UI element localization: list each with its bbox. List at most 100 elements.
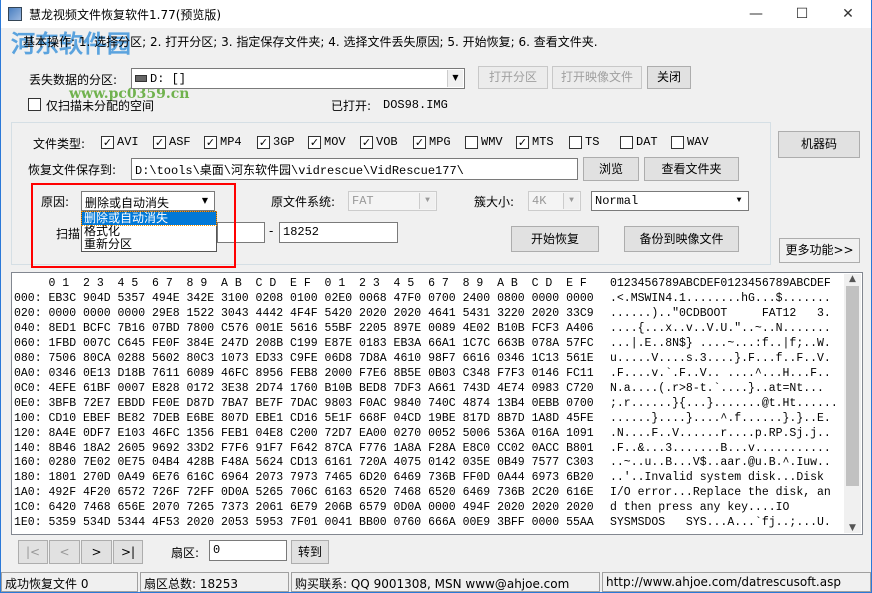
ascii-row: ...|.E..8N$} ....~...:f..|f;..W. [610,336,831,350]
ascii-row: N.a....(.r>8-t.`....}..at=Nt... [610,381,831,395]
ascii-row: I/O error...Replace the disk, an [610,486,831,500]
drive-icon [135,75,147,82]
last-sector-button[interactable]: >| [113,540,143,564]
ascii-row: .N....F..V......r....p.RP.Sj.j.. [610,426,831,440]
ascii-row: ..'..Invalid system disk...Disk [610,471,831,485]
sector-input[interactable]: 0 [209,540,287,561]
filetype-checkbox-asf[interactable]: ✓ [153,136,166,149]
backup-image-button[interactable]: 备份到映像文件 [624,226,739,252]
partition-select[interactable]: D: [] ▼ [131,68,465,89]
hex-row: 0C0: 4EFE 61BF 0007 E828 0172 3E38 2D74 … [14,381,594,395]
scan-unallocated-checkbox[interactable] [28,98,41,111]
ascii-row: ;.r......}{...}.......@t.Ht...... [610,396,838,410]
filetype-checkbox-vob[interactable]: ✓ [360,136,373,149]
more-functions-button[interactable]: 更多功能>> [779,238,860,263]
close-window-button[interactable]: ✕ [825,0,871,28]
ascii-row: SYSMSDOS SYS...A...`fj..;...U. [610,516,831,530]
filetype-checkbox-ts[interactable] [569,136,582,149]
ascii-row: ......).."0CDBOOT FAT12 3. [610,306,831,320]
app-icon [8,7,22,21]
chevron-down-icon: ▼ [731,193,747,209]
filetype-label: ASF [169,135,191,149]
view-folder-button[interactable]: 查看文件夹 [644,157,739,181]
hex-row: 180: 1801 270D 0A49 6E76 616C 6964 2073 … [14,471,594,485]
ascii-row: .F....v.`.F..V.. ....^...H...F.. [610,366,831,380]
hex-row: 1C0: 6420 7468 656E 2070 7265 7373 2061 … [14,501,594,515]
filetype-checkbox-avi[interactable]: ✓ [101,136,114,149]
scroll-thumb[interactable] [846,286,859,486]
filetype-checkbox-dat[interactable] [620,136,633,149]
hex-row: 000: EB3C 904D 5357 494E 342E 3100 0208 … [14,292,594,305]
filetype-label: MOV [324,135,346,149]
cluster-label: 簇大小: [474,195,515,209]
opened-label: 已打开: [331,99,372,113]
ascii-row: d then press any key....IO [610,501,831,515]
hex-row: 100: CD10 EBEF BE82 7DEB E6BE 807D EBE1 … [14,411,594,425]
opened-file: DOS98.IMG [383,98,448,112]
sector-label: 扇区: [171,546,200,560]
close-button[interactable]: 关闭 [647,66,691,89]
hex-row: 1E0: 5359 534D 5344 4F53 2020 2053 5953 … [14,516,594,530]
browse-button[interactable]: 浏览 [583,157,639,181]
filetype-label: AVI [117,135,139,149]
filetype-label: 3GP [273,135,295,149]
filetype-checkbox-mov[interactable]: ✓ [308,136,321,149]
maximize-button[interactable]: ☐ [779,0,825,28]
hex-row: 0E0: 3BFB 72E7 EBDD FE0E D87D 7BA7 BE7F … [14,396,594,410]
filetype-checkbox-mp4[interactable]: ✓ [204,136,217,149]
goto-button[interactable]: 转到 [291,540,329,564]
partition-label: 丢失数据的分区: [29,73,118,87]
hex-row: 120: 8A4E 0DF7 E103 46FC 1356 FEB1 04E8 … [14,426,594,440]
chevron-down-icon: ▼ [563,193,579,209]
status-recovered: 成功恢复文件 0 [1,572,138,592]
scan-unallocated-label: 仅扫描未分配的空间 [46,99,155,113]
prev-sector-button[interactable]: < [49,540,80,564]
status-contact: 购买联系: QQ 9001308, MSN www@ahjoe.com [291,572,600,592]
fs-label: 原文件系统: [271,195,336,209]
ascii-row: .F..&...3.......B...v........... [610,441,831,455]
hex-row: 1A0: 492F 4F20 6572 726F 72FF 0D0A 5265 … [14,486,594,500]
status-url: http://www.ahjoe.com/datrescusoft.asp [602,572,871,592]
next-sector-button[interactable]: > [81,540,112,564]
open-image-button[interactable]: 打开映像文件 [552,66,642,89]
scan-range-dash: - [269,224,274,238]
filetype-label: MTS [532,135,554,149]
filetype-checkbox-wav[interactable] [671,136,684,149]
mode-select[interactable]: Normal ▼ [591,191,749,211]
machine-code-button[interactable]: 机器码 [778,131,860,158]
chevron-down-icon: ▼ [419,193,435,209]
hex-viewer: 0 1 2 3 4 5 6 7 8 9 A B C D E F 0 1 2 3 … [11,272,863,535]
filetype-checkbox-mts[interactable]: ✓ [516,136,529,149]
hex-header: 0 1 2 3 4 5 6 7 8 9 A B C D E F 0 1 2 3 … [14,277,587,290]
save-path-input[interactable]: D:\tools\桌面\河东软件园\vidrescue\VidRescue177… [131,158,578,180]
ascii-row: ..~..u..B...V$..aar.@u.B.^.Iuw.. [610,456,831,470]
filetype-checkbox-3gp[interactable]: ✓ [257,136,270,149]
filetype-checkbox-wmv[interactable] [465,136,478,149]
filetype-label: MPG [429,135,451,149]
minimize-button[interactable]: — [733,0,779,28]
hex-row: 080: 7506 80CA 0288 5602 80C3 1073 ED33 … [14,351,594,365]
fs-select[interactable]: FAT ▼ [348,191,437,211]
hex-scrollbar[interactable]: ▲ ▼ [844,274,861,533]
hex-row: 020: 0000 0000 0000 29E8 1522 3043 4442 … [14,306,594,320]
filetype-label: TS [585,135,600,149]
hex-row: 140: 8B46 18A2 2605 9692 33D2 F7F6 91F7 … [14,441,594,455]
cluster-size-select[interactable]: 4K ▼ [528,191,581,211]
ascii-row: ....{...x..v..V.U."..~..N....... [610,321,831,335]
open-partition-button[interactable]: 打开分区 [478,66,548,89]
scroll-down-icon[interactable]: ▼ [844,523,861,533]
title-bar: 慧龙视频文件恢复软件1.77(预览版) — ☐ ✕ [1,0,871,28]
file-types-label: 文件类型: [33,137,86,151]
ascii-row: ......}....}....^.f......}.}..E. [610,411,831,425]
scroll-up-icon[interactable]: ▲ [844,274,861,284]
ascii-header: 0123456789ABCDEF0123456789ABCDEF [610,277,831,290]
status-total-sectors: 扇区总数: 18253 [140,572,289,592]
annotation-highlight [31,183,236,268]
scan-to-input[interactable]: 18252 [279,222,398,243]
filetype-checkbox-mpg[interactable]: ✓ [413,136,426,149]
first-sector-button[interactable]: |< [18,540,48,564]
start-recovery-button[interactable]: 开始恢复 [511,226,599,252]
chevron-down-icon: ▼ [447,70,463,87]
filetype-label: MP4 [220,135,242,149]
filetype-label: VOB [376,135,398,149]
